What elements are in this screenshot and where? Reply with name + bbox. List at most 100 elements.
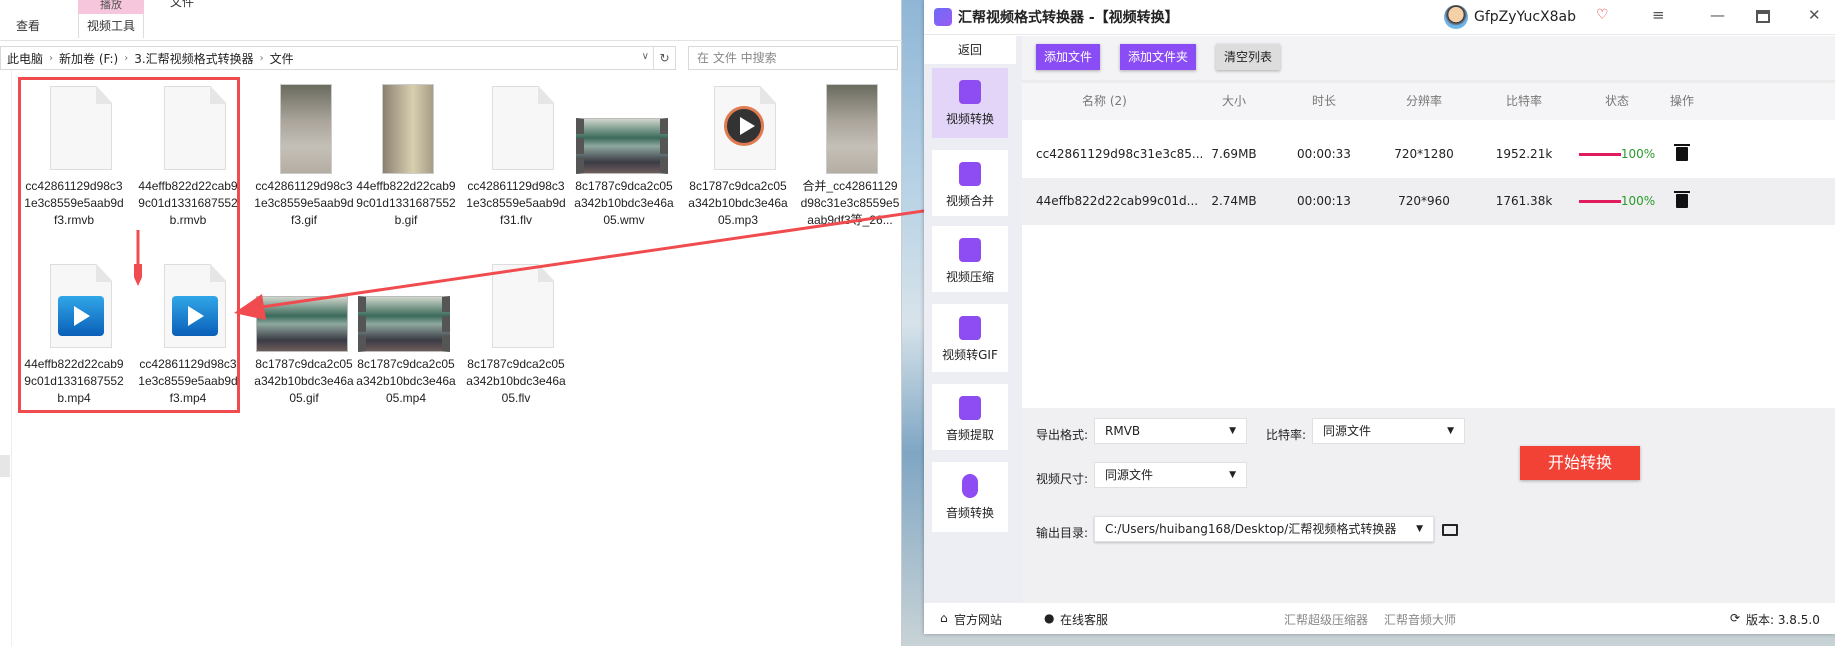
chevron-right-icon: › <box>259 52 264 64</box>
file-explorer-window: 播放 文件 查看 视频工具 此电脑 › 新加卷 (F:) › 3.汇帮视频格式转换器… <box>0 0 902 646</box>
tab-view[interactable]: 查看 <box>16 14 40 38</box>
generic-file-icon <box>476 262 556 350</box>
dropdown-caret-icon: ▼ <box>1229 426 1236 436</box>
start-convert-button[interactable]: 开始转换 <box>1520 446 1640 480</box>
sidebar-item-video-compress[interactable]: 视频压缩 <box>932 226 1008 292</box>
file-name-label: 44effb822d22cab99c01d1331687552b.gif <box>356 179 456 227</box>
dropdown-caret-icon: ▼ <box>1447 426 1454 436</box>
sidebar-item-label: 视频合并 <box>945 194 994 208</box>
breadcrumb-folder[interactable]: 3.汇帮视频格式转换器 <box>134 50 253 67</box>
table-row[interactable]: 44effb822d22cab99c01d... 2.74MB 00:00:13… <box>1022 178 1835 225</box>
breadcrumb-this-pc[interactable]: 此电脑 <box>7 50 43 67</box>
table-row[interactable]: cc42861129d98c31e3c85... 7.69MB 00:00:33… <box>1022 131 1835 178</box>
file-item[interactable]: 合并_cc42861129d98c31e3c8559e5aab9df3等_26.… <box>794 84 906 229</box>
header-duration[interactable]: 时长 <box>1287 83 1361 120</box>
sidebar-item-label: 音频转换 <box>945 506 994 520</box>
dropdown-caret-icon: ▼ <box>1229 470 1236 480</box>
size-select[interactable]: 同源文件 ▼ <box>1094 462 1247 488</box>
audio-file-icon <box>698 84 778 172</box>
file-size: 2.74MB <box>1211 194 1257 208</box>
output-dir-select[interactable]: C:/Users/huibang168/Desktop/汇帮视频格式转换器 ▼ <box>1094 516 1434 542</box>
ribbon-divider <box>0 40 902 41</box>
file-name-label: 合并_cc42861129d98c31e3c8559e5aab9df3等_26.… <box>800 179 900 227</box>
file-duration: 00:00:33 <box>1297 147 1351 161</box>
file-item[interactable]: 8c1787c9dca2c05a342b10bdc3e46a05.gif <box>248 262 360 407</box>
vip-icon[interactable]: ♡ <box>1596 7 1609 23</box>
file-name: cc42861129d98c31e3c85... <box>1036 147 1204 161</box>
sidebar-item-label: 音频提取 <box>945 428 994 442</box>
converter-app-window: 汇帮视频格式转换器 -【视频转换】 GfpZyYucX8ab ♡ ≡ — ✕ 返… <box>924 0 1835 634</box>
file-item[interactable]: cc42861129d98c31e3c8559e5aab9df31.flv <box>460 84 572 229</box>
file-name-label: 8c1787c9dca2c05a342b10bdc3e46a05.gif <box>254 357 354 405</box>
bitrate-select[interactable]: 同源文件 ▼ <box>1312 418 1465 444</box>
delete-button[interactable] <box>1647 131 1717 178</box>
nav-pane-edge <box>0 70 12 646</box>
avatar[interactable] <box>1444 5 1468 29</box>
header-resolution[interactable]: 分辨率 <box>1382 83 1466 120</box>
thumbnail-image <box>366 84 446 174</box>
chevron-right-icon: › <box>49 52 54 64</box>
output-settings: 导出格式: RMVB ▼ 比特率: 同源文件 ▼ 视频尺寸: 同源文件 ▼ 输出目录:… <box>1022 408 1835 603</box>
trash-icon[interactable] <box>1674 143 1690 161</box>
selection-highlight <box>18 77 240 413</box>
refresh-icon[interactable]: ↻ <box>653 47 675 69</box>
file-item[interactable]: 8c1787c9dca2c05a342b10bdc3e46a05.mp3 <box>682 84 794 229</box>
breadcrumb-drive[interactable]: 新加卷 (F:) <box>59 50 118 67</box>
delete-button[interactable] <box>1647 178 1717 225</box>
scrollbar[interactable] <box>0 455 10 477</box>
close-icon[interactable]: ✕ <box>1808 6 1821 24</box>
home-icon: ⌂ <box>940 611 948 625</box>
add-file-button[interactable]: 添加文件 <box>1036 44 1101 70</box>
progress-fill <box>1578 200 1621 203</box>
file-item[interactable]: 8c1787c9dca2c05a342b10bdc3e46a05.flv <box>460 262 572 407</box>
down-arrow-annotation <box>134 230 142 286</box>
username[interactable]: GfpZyYucX8ab <box>1474 9 1576 25</box>
breadcrumb-current[interactable]: 文件 <box>270 50 294 67</box>
file-name-label: cc42861129d98c31e3c8559e5aab9df31.flv <box>466 179 566 227</box>
chevron-down-icon[interactable]: ∨ <box>642 51 649 62</box>
format-select[interactable]: RMVB ▼ <box>1094 418 1247 444</box>
music-note-icon <box>959 396 981 420</box>
app-logo-icon <box>934 8 952 26</box>
size-label: 视频尺寸: <box>1036 472 1089 486</box>
clear-list-button[interactable]: 清空列表 <box>1216 44 1281 70</box>
add-folder-button[interactable]: 添加文件夹 <box>1120 44 1197 70</box>
tab-play[interactable]: 播放 <box>78 0 144 14</box>
support-link[interactable]: 在线客服 <box>1060 611 1108 628</box>
support-icon: ● <box>1044 611 1055 625</box>
dropdown-caret-icon: ▼ <box>1416 524 1423 534</box>
back-button[interactable]: 返回 <box>924 36 1016 64</box>
video-merge-icon <box>959 162 981 186</box>
sidebar-item-audio-convert[interactable]: 音频转换 <box>932 462 1008 532</box>
tab-file[interactable]: 文件 <box>170 0 194 9</box>
header-size[interactable]: 大小 <box>1197 83 1271 120</box>
sidebar: 返回 视频转换 视频合并 视频压缩 视频转GIF 音频提取 音频转换 <box>924 36 1022 603</box>
audio-master-link[interactable]: 汇帮音频大师 <box>1384 611 1456 628</box>
file-item[interactable]: 44effb822d22cab99c01d1331687552b.gif <box>350 84 462 229</box>
tab-video-tools[interactable]: 视频工具 <box>78 14 144 38</box>
sidebar-item-video-merge[interactable]: 视频合并 <box>932 150 1008 216</box>
address-bar[interactable]: 此电脑 › 新加卷 (F:) › 3.汇帮视频格式转换器 › 文件 ∨ ↻ <box>0 46 676 70</box>
file-item[interactable]: 8c1787c9dca2c05a342b10bdc3e46a05.mp4 <box>350 262 462 407</box>
header-actions: 操作 <box>1669 94 1694 108</box>
file-name-label: 8c1787c9dca2c05a342b10bdc3e46a05.wmv <box>574 179 674 227</box>
sidebar-item-label: 视频压缩 <box>945 270 994 284</box>
file-item[interactable]: 8c1787c9dca2c05a342b10bdc3e46a05.wmv <box>568 84 680 229</box>
toolbar: 添加文件 添加文件夹 清空列表 <box>1022 36 1835 83</box>
minimize-icon[interactable]: — <box>1710 6 1725 24</box>
sidebar-item-video-to-gif[interactable]: 视频转GIF <box>932 304 1008 372</box>
file-item[interactable]: cc42861129d98c31e3c8559e5aab9df3.gif <box>248 84 360 229</box>
search-input[interactable]: 在 文件 中搜索 <box>688 46 898 70</box>
folder-open-icon[interactable] <box>1442 524 1458 536</box>
sidebar-item-audio-extract[interactable]: 音频提取 <box>932 384 1008 450</box>
sidebar-item-video-convert[interactable]: 视频转换 <box>932 68 1008 138</box>
website-link[interactable]: 官方网站 <box>954 611 1002 628</box>
size-value: 同源文件 <box>1105 468 1154 482</box>
file-size: 7.69MB <box>1211 147 1257 161</box>
table-header: 名称 (2) 大小 时长 分辨率 比特率 状态 操作 <box>1022 83 1835 120</box>
menu-icon[interactable]: ≡ <box>1652 6 1665 24</box>
trash-icon[interactable] <box>1674 190 1690 208</box>
file-resolution: 720*1280 <box>1394 147 1454 161</box>
maximize-icon[interactable] <box>1756 10 1770 23</box>
compressor-link[interactable]: 汇帮超级压缩器 <box>1284 611 1368 628</box>
